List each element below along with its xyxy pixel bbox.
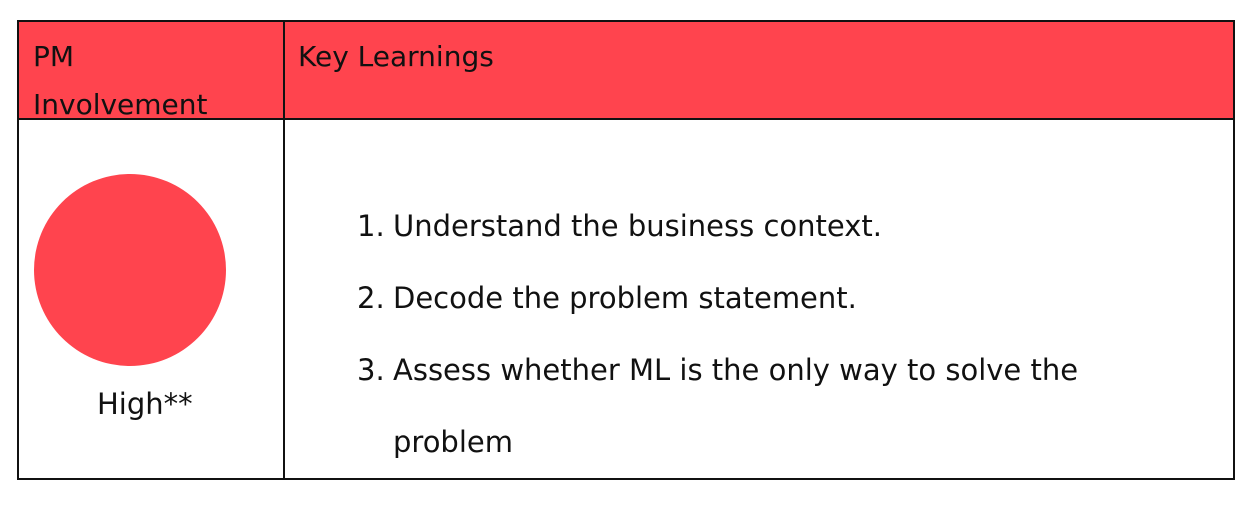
list-item-number: 3. — [357, 353, 385, 387]
learnings-table: PM Involvement Key Learnings High** 1. U… — [17, 20, 1235, 480]
list-item-text: Decode the problem statement. — [393, 281, 857, 315]
header-pm-involvement: PM Involvement — [33, 33, 273, 129]
list-item-number: 1. — [357, 209, 385, 243]
key-learnings-list: 1. Understand the business context. 2. D… — [339, 190, 1199, 478]
list-item-number: 2. — [357, 281, 385, 315]
involvement-level-label: High** — [97, 387, 193, 421]
list-item-text: Assess whether ML is the only way to sol… — [393, 353, 1079, 387]
header-pm-line-1: PM — [33, 40, 75, 73]
involvement-indicator-circle — [34, 174, 226, 366]
column-divider — [283, 22, 285, 478]
table-header-row: PM Involvement Key Learnings — [19, 22, 1233, 121]
header-key-learnings: Key Learnings — [298, 40, 494, 73]
list-item-number — [339, 406, 385, 478]
list-item-continuation: problem — [339, 406, 1199, 478]
list-item-text: Understand the business context. — [393, 209, 882, 243]
list-item-text: problem — [393, 425, 513, 459]
header-pm-line-2: Involvement — [33, 88, 208, 121]
list-item: 2. Decode the problem statement. — [339, 262, 1199, 334]
list-item: 3. Assess whether ML is the only way to … — [339, 334, 1199, 406]
list-item: 1. Understand the business context. — [339, 190, 1199, 262]
